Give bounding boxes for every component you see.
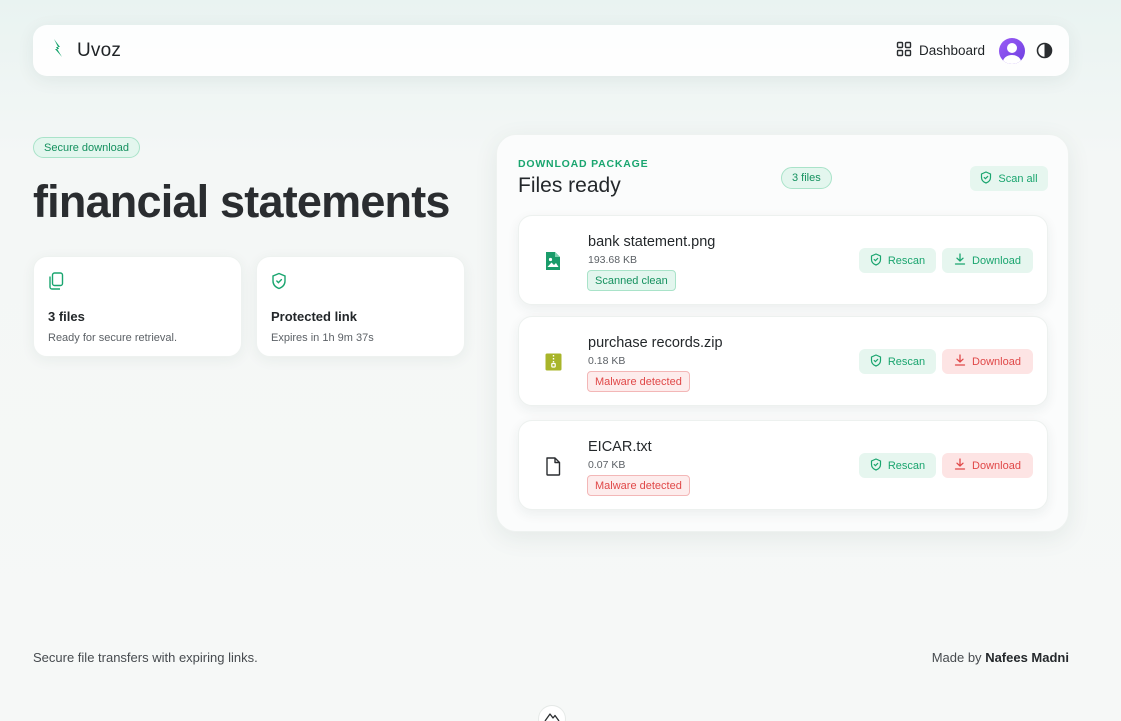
scan-all-label: Scan all	[998, 172, 1038, 185]
download-button[interactable]: Download	[942, 349, 1033, 374]
file-size: 193.68 KB	[588, 254, 638, 266]
zip-file-icon	[543, 352, 563, 372]
document-file-icon	[543, 456, 563, 476]
rescan-button[interactable]: Rescan	[859, 349, 936, 374]
secure-download-badge: Secure download	[33, 137, 141, 158]
download-button[interactable]: Download	[942, 248, 1033, 273]
brand[interactable]: Uvoz	[51, 38, 121, 63]
author-link[interactable]: Nafees Madni	[985, 650, 1069, 665]
image-file-icon	[543, 251, 563, 271]
download-label: Download	[972, 459, 1021, 472]
download-icon	[954, 458, 966, 473]
panel-kicker: DOWNLOAD PACKAGE	[518, 158, 649, 170]
top-navbar: Uvoz Dashboard	[33, 25, 1069, 76]
rescan-label: Rescan	[887, 254, 926, 267]
theme-toggle-icon[interactable]	[1035, 42, 1053, 60]
status-badge: Malware detected	[587, 475, 690, 496]
footer-tagline: Secure file transfers with expiring link…	[33, 650, 258, 665]
nav-actions: Dashboard	[896, 37, 1053, 64]
protected-link-card: Protected link Expires in 1h 9m 37s	[256, 256, 465, 357]
status-badge: Scanned clean	[587, 270, 676, 291]
shield-check-icon	[870, 252, 882, 269]
grid-icon	[896, 41, 912, 60]
dashboard-label: Dashboard	[918, 43, 985, 58]
file-row: purchase records.zip 0.18 KB Malware det…	[518, 316, 1048, 406]
credit-prefix: Made by	[931, 650, 982, 665]
mountain-logo-icon[interactable]	[538, 705, 566, 721]
download-label: Download	[972, 254, 1021, 267]
download-button[interactable]: Download	[942, 453, 1033, 478]
footer-credit: Made by Nafees Madni	[932, 650, 1069, 665]
download-icon	[954, 354, 966, 369]
link-expiry-text: Expires in 1h 9m 37s	[271, 332, 374, 344]
file-size: 0.18 KB	[588, 355, 626, 367]
panel-title: Files ready	[518, 174, 621, 197]
brand-name: Uvoz	[77, 39, 122, 61]
shield-icon	[271, 271, 450, 291]
scan-all-button[interactable]: Scan all	[970, 166, 1048, 191]
file-size: 0.07 KB	[588, 459, 626, 471]
files-count-title: 3 files	[48, 309, 85, 324]
download-label: Download	[972, 355, 1021, 368]
dashboard-link[interactable]: Dashboard	[896, 41, 985, 60]
file-name: EICAR.txt	[588, 439, 652, 455]
rescan-label: Rescan	[887, 355, 926, 368]
bolt-logo-icon	[51, 38, 65, 63]
rescan-button[interactable]: Rescan	[859, 248, 936, 273]
download-icon	[954, 253, 966, 268]
shield-check-icon	[870, 457, 882, 474]
rescan-label: Rescan	[887, 459, 926, 472]
file-name: purchase records.zip	[588, 335, 723, 351]
download-package-panel: DOWNLOAD PACKAGE Files ready 3 files Sca…	[496, 134, 1069, 532]
protected-link-title: Protected link	[271, 309, 357, 324]
page-title: financial statements	[33, 176, 450, 227]
file-name: bank statement.png	[588, 234, 716, 250]
files-icon	[48, 271, 227, 291]
rescan-button[interactable]: Rescan	[859, 453, 936, 478]
files-count-card: 3 files Ready for secure retrieval.	[33, 256, 242, 357]
files-count-subtitle: Ready for secure retrieval.	[48, 332, 177, 344]
file-row: EICAR.txt 0.07 KB Malware detected Resca…	[518, 420, 1048, 510]
shield-check-icon	[870, 353, 882, 370]
file-row: bank statement.png 193.68 KB Scanned cle…	[518, 215, 1048, 305]
status-badge: Malware detected	[587, 371, 690, 392]
user-avatar[interactable]	[999, 37, 1025, 64]
shield-check-icon	[980, 170, 992, 187]
files-count-pill: 3 files	[781, 167, 832, 189]
